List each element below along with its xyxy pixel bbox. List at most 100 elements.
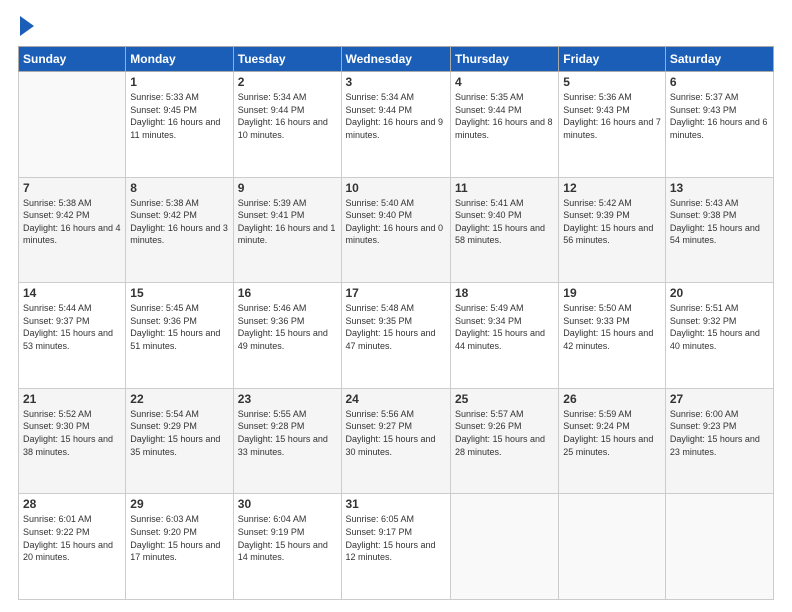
week-row-1: 1 Sunrise: 5:33 AM Sunset: 9:45 PM Daylig… <box>19 72 774 178</box>
day-info: Sunrise: 6:01 AM Sunset: 9:22 PM Dayligh… <box>23 513 121 563</box>
day-info: Sunrise: 5:44 AM Sunset: 9:37 PM Dayligh… <box>23 302 121 352</box>
day-info: Sunrise: 5:39 AM Sunset: 9:41 PM Dayligh… <box>238 197 337 247</box>
day-number: 13 <box>670 181 769 195</box>
day-number: 29 <box>130 497 228 511</box>
day-number: 5 <box>563 75 661 89</box>
day-info: Sunrise: 5:37 AM Sunset: 9:43 PM Dayligh… <box>670 91 769 141</box>
calendar-cell: 31 Sunrise: 6:05 AM Sunset: 9:17 PM Dayli… <box>341 494 450 600</box>
calendar-cell: 9 Sunrise: 5:39 AM Sunset: 9:41 PM Daylig… <box>233 177 341 283</box>
day-info: Sunrise: 5:41 AM Sunset: 9:40 PM Dayligh… <box>455 197 554 247</box>
day-number: 17 <box>346 286 446 300</box>
calendar-cell: 2Sunrise: 5:34 AM Sunset: 9:44 PM Daylig… <box>233 72 341 178</box>
calendar-cell: 14 Sunrise: 5:44 AM Sunset: 9:37 PM Dayli… <box>19 283 126 389</box>
day-number: 27 <box>670 392 769 406</box>
day-number: 12 <box>563 181 661 195</box>
day-number: 22 <box>130 392 228 406</box>
calendar-cell: 22 Sunrise: 5:54 AM Sunset: 9:29 PM Dayli… <box>126 388 233 494</box>
day-info: Sunrise: 5:33 AM Sunset: 9:45 PM Dayligh… <box>130 91 228 141</box>
day-info: Sunrise: 5:59 AM Sunset: 9:24 PM Dayligh… <box>563 408 661 458</box>
day-number: 16 <box>238 286 337 300</box>
day-number: 15 <box>130 286 228 300</box>
week-row-2: 7 Sunrise: 5:38 AM Sunset: 9:42 PM Daylig… <box>19 177 774 283</box>
logo <box>18 18 34 36</box>
day-info: Sunrise: 5:36 AM Sunset: 9:43 PM Dayligh… <box>563 91 661 141</box>
day-info: Sunrise: 5:54 AM Sunset: 9:29 PM Dayligh… <box>130 408 228 458</box>
calendar-cell: 24 Sunrise: 5:56 AM Sunset: 9:27 PM Dayli… <box>341 388 450 494</box>
day-number: 20 <box>670 286 769 300</box>
day-info: Sunrise: 6:05 AM Sunset: 9:17 PM Dayligh… <box>346 513 446 563</box>
day-info: Sunrise: 6:00 AM Sunset: 9:23 PM Dayligh… <box>670 408 769 458</box>
day-number: 7 <box>23 181 121 195</box>
day-info: Sunrise: 6:03 AM Sunset: 9:20 PM Dayligh… <box>130 513 228 563</box>
day-number: 23 <box>238 392 337 406</box>
calendar-cell: 23 Sunrise: 5:55 AM Sunset: 9:28 PM Dayli… <box>233 388 341 494</box>
weekday-header-sunday: Sunday <box>19 47 126 72</box>
calendar-cell: 25 Sunrise: 5:57 AM Sunset: 9:26 PM Dayli… <box>450 388 558 494</box>
day-info: Sunrise: 5:50 AM Sunset: 9:33 PM Dayligh… <box>563 302 661 352</box>
day-number: 9 <box>238 181 337 195</box>
calendar-cell <box>450 494 558 600</box>
weekday-header-friday: Friday <box>559 47 666 72</box>
day-number: 14 <box>23 286 121 300</box>
day-number: 1 <box>130 75 228 89</box>
day-info: Sunrise: 5:35 AM Sunset: 9:44 PM Dayligh… <box>455 91 554 141</box>
week-row-5: 28 Sunrise: 6:01 AM Sunset: 9:22 PM Dayli… <box>19 494 774 600</box>
calendar-cell: 8 Sunrise: 5:38 AM Sunset: 9:42 PM Daylig… <box>126 177 233 283</box>
calendar-cell: 27 Sunrise: 6:00 AM Sunset: 9:23 PM Dayli… <box>665 388 773 494</box>
calendar-cell: 11 Sunrise: 5:41 AM Sunset: 9:40 PM Dayli… <box>450 177 558 283</box>
calendar-cell <box>665 494 773 600</box>
day-info: Sunrise: 5:49 AM Sunset: 9:34 PM Dayligh… <box>455 302 554 352</box>
day-number: 28 <box>23 497 121 511</box>
calendar-cell: 28 Sunrise: 6:01 AM Sunset: 9:22 PM Dayli… <box>19 494 126 600</box>
calendar-cell: 3Sunrise: 5:34 AM Sunset: 9:44 PM Daylig… <box>341 72 450 178</box>
calendar-cell: 13 Sunrise: 5:43 AM Sunset: 9:38 PM Dayli… <box>665 177 773 283</box>
day-info: Sunrise: 5:45 AM Sunset: 9:36 PM Dayligh… <box>130 302 228 352</box>
day-info: Sunrise: 5:57 AM Sunset: 9:26 PM Dayligh… <box>455 408 554 458</box>
calendar-cell: 1 Sunrise: 5:33 AM Sunset: 9:45 PM Daylig… <box>126 72 233 178</box>
calendar-cell: 4 Sunrise: 5:35 AM Sunset: 9:44 PM Daylig… <box>450 72 558 178</box>
week-row-4: 21 Sunrise: 5:52 AM Sunset: 9:30 PM Dayli… <box>19 388 774 494</box>
calendar-cell <box>19 72 126 178</box>
calendar-cell: 29 Sunrise: 6:03 AM Sunset: 9:20 PM Dayli… <box>126 494 233 600</box>
day-number: 6 <box>670 75 769 89</box>
day-number: 8 <box>130 181 228 195</box>
day-number: 25 <box>455 392 554 406</box>
day-info: Sunrise: 5:42 AM Sunset: 9:39 PM Dayligh… <box>563 197 661 247</box>
day-info: Sunrise: 5:38 AM Sunset: 9:42 PM Dayligh… <box>130 197 228 247</box>
day-number: 10 <box>346 181 446 195</box>
day-number: 30 <box>238 497 337 511</box>
calendar-cell: 5 Sunrise: 5:36 AM Sunset: 9:43 PM Daylig… <box>559 72 666 178</box>
calendar-cell: 6 Sunrise: 5:37 AM Sunset: 9:43 PM Daylig… <box>665 72 773 178</box>
calendar-cell: 30 Sunrise: 6:04 AM Sunset: 9:19 PM Dayli… <box>233 494 341 600</box>
weekday-header-tuesday: Tuesday <box>233 47 341 72</box>
day-info: Sunrise: 5:56 AM Sunset: 9:27 PM Dayligh… <box>346 408 446 458</box>
day-number: 24 <box>346 392 446 406</box>
day-info: Sunrise: 5:46 AM Sunset: 9:36 PM Dayligh… <box>238 302 337 352</box>
day-number: 21 <box>23 392 121 406</box>
day-info: Sunrise: 5:40 AM Sunset: 9:40 PM Dayligh… <box>346 197 446 247</box>
day-number: 19 <box>563 286 661 300</box>
day-number: 31 <box>346 497 446 511</box>
calendar-cell: 15 Sunrise: 5:45 AM Sunset: 9:36 PM Dayli… <box>126 283 233 389</box>
day-info: Sunrise: 5:48 AM Sunset: 9:35 PM Dayligh… <box>346 302 446 352</box>
day-number: 4 <box>455 75 554 89</box>
calendar-cell: 19 Sunrise: 5:50 AM Sunset: 9:33 PM Dayli… <box>559 283 666 389</box>
day-number: 11 <box>455 181 554 195</box>
day-number: 26 <box>563 392 661 406</box>
day-number: 3 <box>346 75 446 89</box>
week-row-3: 14 Sunrise: 5:44 AM Sunset: 9:37 PM Dayli… <box>19 283 774 389</box>
day-info: Sunrise: 5:52 AM Sunset: 9:30 PM Dayligh… <box>23 408 121 458</box>
calendar-cell: 17 Sunrise: 5:48 AM Sunset: 9:35 PM Dayli… <box>341 283 450 389</box>
calendar-cell: 10 Sunrise: 5:40 AM Sunset: 9:40 PM Dayli… <box>341 177 450 283</box>
calendar-cell: 7Sunrise: 5:38 AM Sunset: 9:42 PM Daylig… <box>19 177 126 283</box>
weekday-header-wednesday: Wednesday <box>341 47 450 72</box>
day-info: Sunrise: 5:51 AM Sunset: 9:32 PM Dayligh… <box>670 302 769 352</box>
calendar-table: SundayMondayTuesdayWednesdayThursdayFrid… <box>18 46 774 600</box>
day-info: Sunrise: 5:55 AM Sunset: 9:28 PM Dayligh… <box>238 408 337 458</box>
day-info: Sunrise: 6:04 AM Sunset: 9:19 PM Dayligh… <box>238 513 337 563</box>
day-number: 18 <box>455 286 554 300</box>
calendar-cell: 18 Sunrise: 5:49 AM Sunset: 9:34 PM Dayli… <box>450 283 558 389</box>
day-info: Sunrise: 5:43 AM Sunset: 9:38 PM Dayligh… <box>670 197 769 247</box>
calendar-cell: 20 Sunrise: 5:51 AM Sunset: 9:32 PM Dayli… <box>665 283 773 389</box>
calendar-cell: 26 Sunrise: 5:59 AM Sunset: 9:24 PM Dayli… <box>559 388 666 494</box>
